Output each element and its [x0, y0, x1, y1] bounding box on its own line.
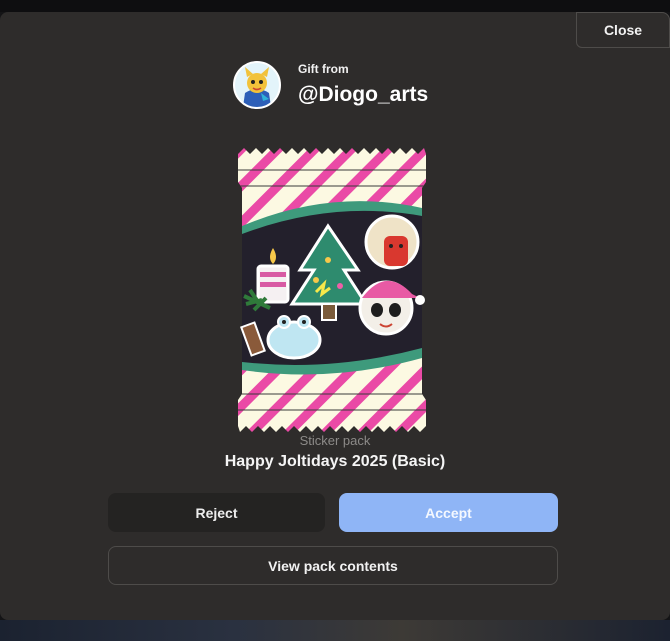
reject-button[interactable]: Reject: [108, 493, 325, 532]
sticker-pack-image: [238, 148, 426, 432]
sender-avatar[interactable]: [233, 61, 281, 109]
background-app-content: [0, 620, 670, 641]
gift-from-label: Gift from: [298, 62, 349, 76]
sender-username[interactable]: @Diogo_arts: [298, 83, 428, 107]
frog-snowman-icon: [240, 315, 322, 360]
red-mask-icon: [364, 214, 420, 270]
background-app-strip: [0, 0, 670, 12]
pack-type-label: Sticker pack: [299, 433, 371, 448]
pack-title: Happy Joltidays 2025 (Basic): [224, 453, 446, 470]
close-button[interactable]: Close: [576, 12, 670, 48]
accept-button[interactable]: Accept: [339, 493, 558, 532]
view-pack-contents-button[interactable]: View pack contents: [108, 546, 558, 585]
